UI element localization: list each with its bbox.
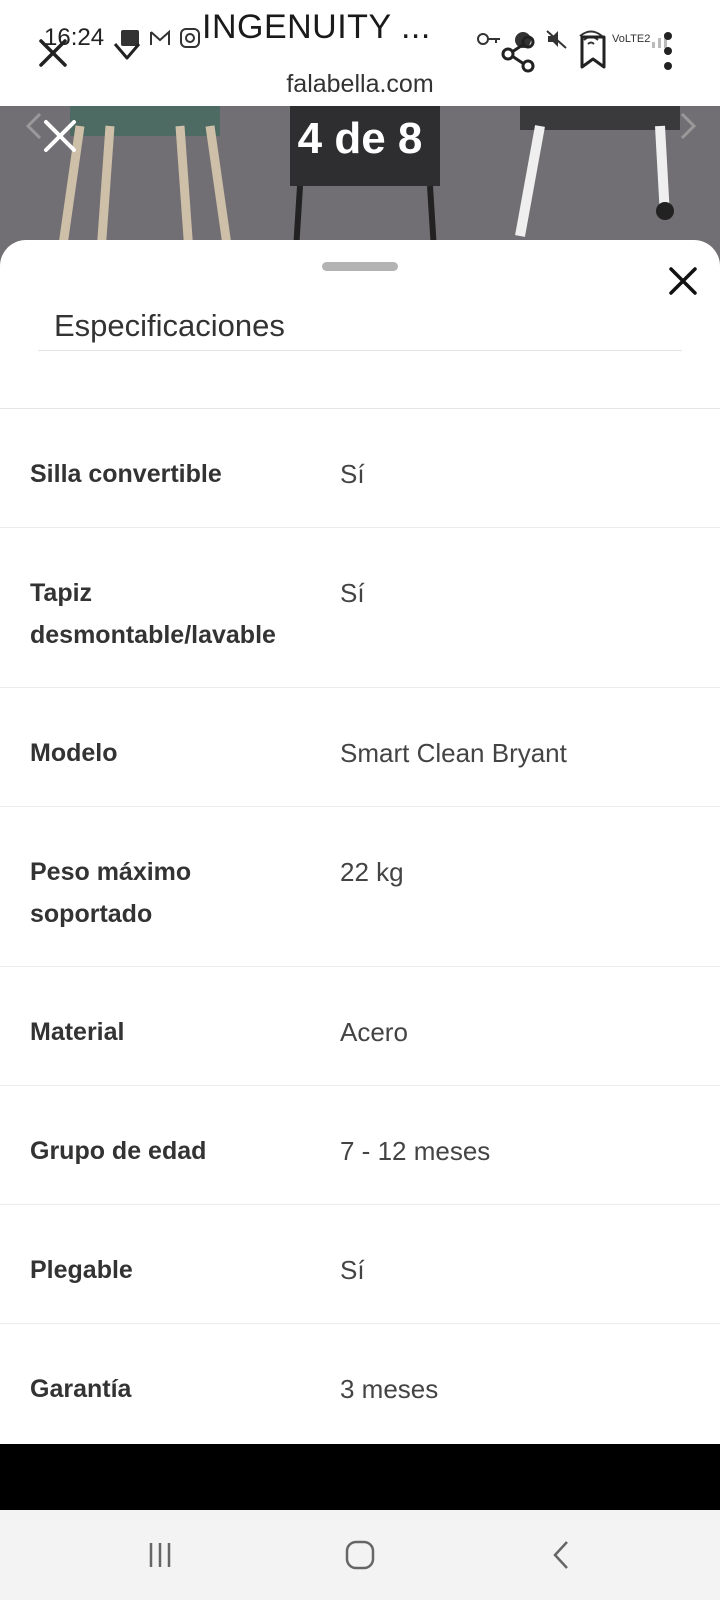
sheet-drag-handle[interactable] xyxy=(322,262,398,271)
page-title: INGENUITY ... xyxy=(202,8,431,46)
spec-row: Peso máximo soportado 22 kg xyxy=(0,807,720,967)
home-button[interactable] xyxy=(330,1530,390,1580)
spec-value: Sí xyxy=(340,578,365,608)
close-icon[interactable] xyxy=(666,264,700,298)
spec-label: Material xyxy=(30,1018,125,1046)
recents-icon xyxy=(149,1543,171,1567)
more-vertical-icon[interactable] xyxy=(660,30,676,72)
spec-row: Modelo Smart Clean Bryant xyxy=(0,688,720,807)
spec-label: Silla convertible xyxy=(30,460,222,488)
spec-label: Modelo xyxy=(30,739,118,767)
spec-row: Plegable Sí xyxy=(0,1205,720,1324)
spec-row: Tapiz desmontable/lavable Sí xyxy=(0,528,720,688)
share-icon[interactable] xyxy=(498,34,538,74)
back-icon xyxy=(553,1541,568,1569)
spec-label: Grupo de edad xyxy=(30,1137,207,1165)
browser-top-bar: 16:24 INGENUITY ... falabella.com VoLTE2 xyxy=(0,0,720,106)
spec-value: 22 kg xyxy=(340,857,404,887)
download-icon[interactable] xyxy=(110,32,144,66)
image-counter: 4 de 8 xyxy=(297,114,423,163)
mute-icon xyxy=(546,30,567,49)
sheet-title: Especificaciones xyxy=(54,308,285,343)
spec-list: Silla convertible Sí Tapiz desmontable/l… xyxy=(0,408,720,1443)
home-icon xyxy=(345,1540,375,1570)
spec-row: Grupo de edad 7 - 12 meses xyxy=(0,1086,720,1205)
page-domain[interactable]: falabella.com xyxy=(0,70,720,99)
bookmark-icon[interactable] xyxy=(578,34,608,70)
spec-label: Peso máximo soportado xyxy=(30,858,192,928)
spec-label: Tapiz desmontable/lavable xyxy=(30,579,276,649)
spec-row: Garantía 3 meses xyxy=(0,1324,720,1443)
spec-row: Silla convertible Sí xyxy=(0,409,720,528)
system-navigation-bar xyxy=(0,1510,720,1600)
spec-label: Plegable xyxy=(30,1256,133,1284)
spec-value: 7 - 12 meses xyxy=(340,1136,491,1166)
mail-icon xyxy=(150,29,170,45)
specifications-sheet: Especificaciones Silla convertible Sí Ta… xyxy=(0,240,720,1444)
status-time: 16:24 xyxy=(44,24,105,51)
spec-row: Material Acero xyxy=(0,967,720,1086)
instagram-icon xyxy=(180,28,200,48)
spec-value: Sí xyxy=(340,1255,365,1285)
network-type-label: VoLTE2 xyxy=(612,32,651,45)
spec-value: Sí xyxy=(340,459,365,489)
divider xyxy=(38,350,682,351)
back-button[interactable] xyxy=(532,1530,592,1580)
recents-button[interactable] xyxy=(130,1530,190,1580)
spec-value: Acero xyxy=(340,1017,408,1047)
spec-value: Smart Clean Bryant xyxy=(340,738,567,768)
spec-value: 3 meses xyxy=(340,1374,439,1404)
spec-label: Garantía xyxy=(30,1375,132,1403)
